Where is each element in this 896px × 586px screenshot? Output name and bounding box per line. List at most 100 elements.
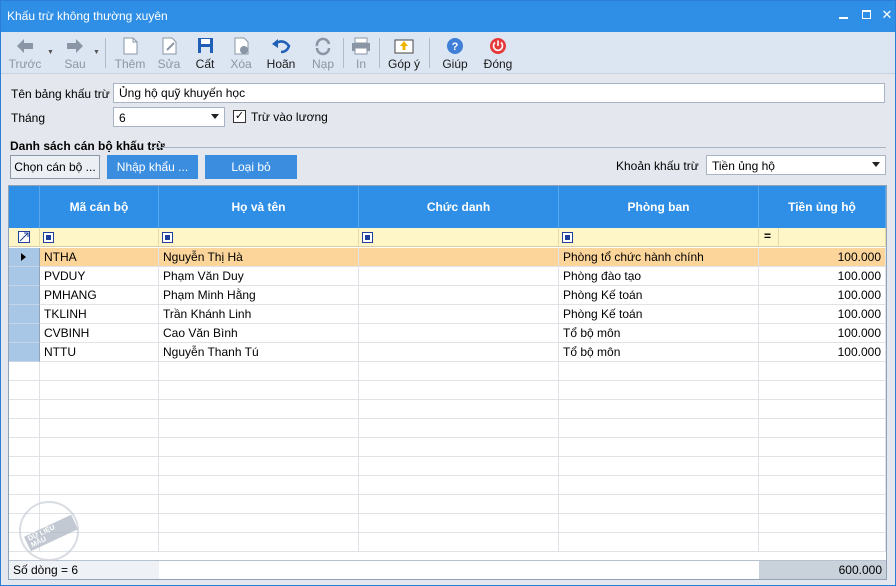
cell-code[interactable]: PVDUY [40, 267, 159, 286]
add-document-icon [123, 37, 138, 55]
reload-button[interactable]: Nạp [307, 34, 339, 72]
cell-dept[interactable]: Tổ bộ môn [559, 343, 759, 362]
filter-code[interactable] [40, 228, 159, 247]
import-button[interactable]: Nhập khẩu ... [107, 155, 198, 179]
minimize-button[interactable] [835, 7, 851, 23]
clear-filter-icon [18, 231, 30, 243]
column-header-name[interactable]: Họ và tên [159, 186, 359, 228]
cell-amount[interactable]: 100.000 [759, 267, 886, 286]
deduction-type-select[interactable]: Tiền ủng hộ [706, 155, 886, 175]
previous-button[interactable]: Trước [7, 34, 43, 72]
cell-code[interactable]: CVBINH [40, 324, 159, 343]
edit-button[interactable]: Sửa [153, 34, 185, 72]
cell-code[interactable]: TKLINH [40, 305, 159, 324]
row-indicator[interactable] [9, 343, 40, 362]
row-indicator[interactable] [9, 248, 40, 267]
cell-title[interactable] [359, 286, 559, 305]
cell-title[interactable] [359, 343, 559, 362]
filter-amount-operator[interactable]: = [759, 228, 779, 247]
month-select[interactable]: 6 [113, 107, 225, 127]
close-button[interactable]: ✕ [879, 7, 895, 23]
cell-title [359, 400, 559, 419]
column-header-amount[interactable]: Tiền ủng hộ [759, 186, 886, 228]
undo-button[interactable]: Hoãn [263, 34, 299, 72]
watermark-text: DỮ LIỆU MẪU [24, 514, 78, 552]
help-icon: ? [447, 38, 463, 54]
column-header-department[interactable]: Phòng ban [559, 186, 759, 228]
refresh-icon [315, 37, 331, 56]
cell-title[interactable] [359, 248, 559, 267]
cell-dept[interactable]: Phòng tổ chức hành chính [559, 248, 759, 267]
cell-amount [759, 457, 886, 476]
previous-dropdown-icon[interactable]: ▼ [47, 49, 54, 56]
cell-dept[interactable]: Phòng Kế toán [559, 305, 759, 324]
cell-title[interactable] [359, 267, 559, 286]
cell-amount [759, 476, 886, 495]
filter-department[interactable] [559, 228, 759, 247]
cell-amount [759, 362, 886, 381]
cell-amount[interactable]: 100.000 [759, 286, 886, 305]
filter-title[interactable] [359, 228, 559, 247]
help-button[interactable]: ? Giúp [437, 34, 473, 72]
cell-name[interactable]: Nguyễn Thị Hà [159, 248, 359, 267]
column-header-code[interactable]: Mã cán bộ [40, 186, 159, 228]
empty-row-indicator [9, 362, 40, 381]
cell-dept [559, 476, 759, 495]
cell-title[interactable] [359, 324, 559, 343]
cell-name[interactable]: Phạm Minh Hằng [159, 286, 359, 305]
cell-name[interactable]: Phạm Văn Duy [159, 267, 359, 286]
cell-amount[interactable]: 100.000 [759, 324, 886, 343]
save-button[interactable]: Cất [189, 34, 221, 72]
column-header-title[interactable]: Chức danh [359, 186, 559, 228]
delete-button[interactable]: Xóa [225, 34, 257, 72]
cell-name [159, 362, 359, 381]
cell-amount[interactable]: 100.000 [759, 248, 886, 267]
filter-amount[interactable] [779, 228, 886, 247]
cell-dept [559, 514, 759, 533]
cell-amount [759, 495, 886, 514]
cell-code[interactable]: NTHA [40, 248, 159, 267]
cell-name [159, 438, 359, 457]
chevron-down-icon [872, 162, 880, 167]
cell-name[interactable]: Nguyễn Thanh Tú [159, 343, 359, 362]
cell-code[interactable]: PMHANG [40, 286, 159, 305]
remove-button[interactable]: Loại bỏ [205, 155, 297, 179]
row-indicator[interactable] [9, 267, 40, 286]
cell-amount[interactable]: 100.000 [759, 343, 886, 362]
add-button[interactable]: Thêm [112, 34, 148, 72]
name-input[interactable] [113, 83, 885, 103]
cell-code[interactable]: NTTU [40, 343, 159, 362]
cell-amount [759, 533, 886, 552]
app-window: Khấu trừ không thường xuyên ✕ Trước ▼ Sa… [0, 0, 896, 586]
cell-title[interactable] [359, 305, 559, 324]
next-button[interactable]: Sau [59, 34, 91, 72]
staff-grid: Mã cán bộ Họ và tên Chức danh Phòng ban … [8, 185, 887, 580]
next-dropdown-icon[interactable]: ▼ [93, 49, 100, 56]
empty-row-indicator [9, 419, 40, 438]
print-button[interactable]: In [347, 34, 375, 72]
cell-code [40, 400, 159, 419]
section-divider [151, 147, 886, 148]
cell-dept [559, 457, 759, 476]
row-indicator[interactable] [9, 324, 40, 343]
deduct-from-salary-checkbox[interactable]: ✓ [233, 110, 246, 123]
row-indicator[interactable] [9, 286, 40, 305]
close-form-button[interactable]: Đóng [479, 34, 517, 72]
filter-name[interactable] [159, 228, 359, 247]
cell-name[interactable]: Cao Văn Bình [159, 324, 359, 343]
row-indicator[interactable] [9, 305, 40, 324]
cell-dept[interactable]: Phòng Kế toán [559, 286, 759, 305]
maximize-button[interactable] [858, 7, 874, 23]
cell-name[interactable]: Trần Khánh Linh [159, 305, 359, 324]
cell-code [40, 476, 159, 495]
cell-amount[interactable]: 100.000 [759, 305, 886, 324]
row-indicator-header [9, 186, 40, 228]
cell-dept [559, 400, 759, 419]
filter-row-indicator[interactable] [9, 228, 40, 247]
feedback-button[interactable]: Góp ý [384, 34, 424, 72]
choose-staff-button[interactable]: Chọn cán bộ ... [10, 155, 100, 179]
deduct-from-salary-label: Trừ vào lương [251, 110, 328, 124]
cell-dept[interactable]: Phòng đào tạo [559, 267, 759, 286]
cell-dept[interactable]: Tổ bộ môn [559, 324, 759, 343]
cell-name [159, 495, 359, 514]
